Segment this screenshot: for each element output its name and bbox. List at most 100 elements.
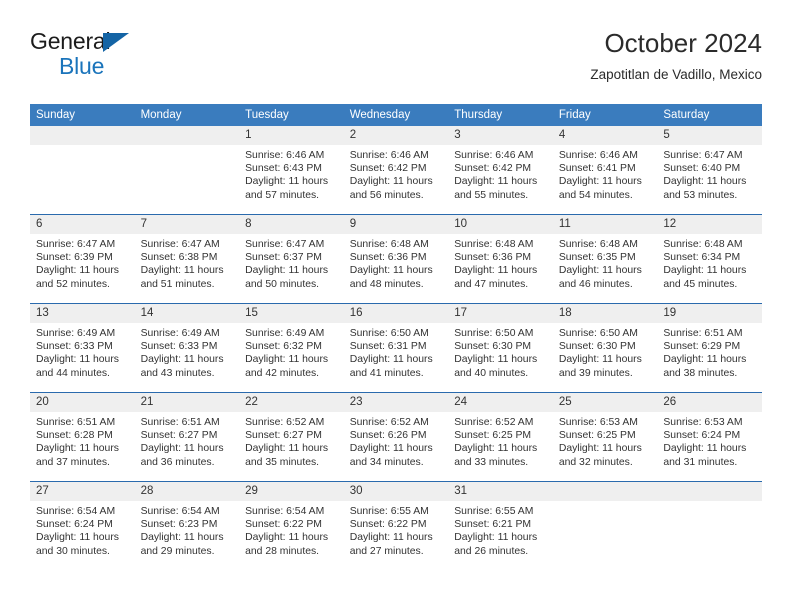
calendar-day-cell[interactable]: 19 Sunrise: 6:51 AM Sunset: 6:29 PM Dayligh… xyxy=(657,303,762,393)
daylight-duration-line2: and 26 minutes. xyxy=(454,545,529,557)
calendar-day-cell[interactable]: 21 Sunrise: 6:51 AM Sunset: 6:27 PM Dayligh… xyxy=(134,392,240,482)
calendar-week-row: 1 Sunrise: 6:46 AM Sunset: 6:43 PM Daylight… xyxy=(30,126,762,215)
sunrise-time: Sunrise: 6:51 AM xyxy=(36,417,116,428)
daylight-duration-line2: and 46 minutes. xyxy=(558,278,633,290)
daylight-duration-line2: and 38 minutes. xyxy=(663,367,738,379)
page-subtitle: Zapotitlan de Vadillo, Mexico xyxy=(590,67,762,82)
day-number: 29 xyxy=(239,482,344,501)
calendar-day-cell[interactable]: 20 Sunrise: 6:51 AM Sunset: 6:28 PM Dayligh… xyxy=(30,392,135,482)
day-box: 5 Sunrise: 6:47 AM Sunset: 6:40 PM Daylight… xyxy=(657,126,762,214)
calendar-day-cell[interactable]: 1 Sunrise: 6:46 AM Sunset: 6:43 PM Daylight… xyxy=(239,126,344,215)
sunrise-time: Sunrise: 6:50 AM xyxy=(454,328,534,339)
day-box: 4 Sunrise: 6:46 AM Sunset: 6:41 PM Daylight… xyxy=(552,126,658,214)
sunset-time: Sunset: 6:35 PM xyxy=(558,252,636,264)
calendar-day-cell[interactable]: 22 Sunrise: 6:52 AM Sunset: 6:27 PM Dayligh… xyxy=(239,392,344,482)
daylight-duration-line2: and 55 minutes. xyxy=(454,189,529,201)
daylight-duration-line2: and 31 minutes. xyxy=(663,456,738,468)
calendar-day-cell[interactable]: 11 Sunrise: 6:48 AM Sunset: 6:35 PM Dayligh… xyxy=(552,214,658,304)
day-number: 1 xyxy=(239,126,344,145)
logo-text-blue: Blue xyxy=(59,53,105,79)
sunrise-time: Sunrise: 6:49 AM xyxy=(245,328,325,339)
daylight-duration-line1: Daylight: 11 hours xyxy=(663,443,747,455)
calendar-day-cell[interactable]: 9 Sunrise: 6:48 AM Sunset: 6:36 PM Daylight… xyxy=(343,214,449,304)
calendar-day-cell[interactable]: 12 Sunrise: 6:48 AM Sunset: 6:34 PM Dayligh… xyxy=(657,214,762,304)
sunset-time: Sunset: 6:22 PM xyxy=(349,519,427,531)
sunset-time: Sunset: 6:24 PM xyxy=(36,519,113,531)
calendar-day-cell[interactable]: 15 Sunrise: 6:49 AM Sunset: 6:32 PM Dayligh… xyxy=(239,303,344,393)
calendar-day-cell[interactable]: 2 Sunrise: 6:46 AM Sunset: 6:42 PM Daylight… xyxy=(343,126,449,215)
calendar-day-cell[interactable]: 6 Sunrise: 6:47 AM Sunset: 6:39 PM Daylight… xyxy=(30,214,135,304)
daylight-duration-line1: Daylight: 11 hours xyxy=(245,354,329,366)
sunset-time: Sunset: 6:31 PM xyxy=(349,341,427,353)
calendar-day-cell[interactable]: 29 Sunrise: 6:54 AM Sunset: 6:22 PM Dayligh… xyxy=(239,481,344,570)
day-number: 2 xyxy=(343,126,449,145)
calendar-week-row: 13 Sunrise: 6:49 AM Sunset: 6:33 PM Dayligh… xyxy=(30,303,762,393)
sunrise-time: Sunrise: 6:48 AM xyxy=(349,239,429,250)
calendar-day-cell[interactable]: 3 Sunrise: 6:46 AM Sunset: 6:42 PM Daylight… xyxy=(448,126,553,215)
logo-text-general: General xyxy=(30,28,111,54)
day-details: Sunrise: 6:48 AM Sunset: 6:35 PM Daylight:… xyxy=(553,234,658,291)
sunset-time: Sunset: 6:30 PM xyxy=(558,341,636,353)
calendar-day-cell[interactable]: 31 Sunrise: 6:55 AM Sunset: 6:21 PM Dayligh… xyxy=(448,481,553,570)
calendar-day-cell[interactable]: 13 Sunrise: 6:49 AM Sunset: 6:33 PM Dayligh… xyxy=(30,303,135,393)
day-box: 22 Sunrise: 6:52 AM Sunset: 6:27 PM Dayligh… xyxy=(239,393,344,481)
day-box xyxy=(657,482,762,570)
daylight-duration-line1: Daylight: 11 hours xyxy=(454,532,538,544)
day-details: Sunrise: 6:47 AM Sunset: 6:38 PM Daylight:… xyxy=(135,234,240,291)
sunset-time: Sunset: 6:22 PM xyxy=(245,519,322,531)
daylight-duration-line1: Daylight: 11 hours xyxy=(36,443,119,455)
calendar-day-cell[interactable]: 28 Sunrise: 6:54 AM Sunset: 6:23 PM Dayligh… xyxy=(134,481,240,570)
daylight-duration-line1: Daylight: 11 hours xyxy=(349,265,433,277)
day-number: 15 xyxy=(239,304,344,323)
sunset-time: Sunset: 6:41 PM xyxy=(558,163,636,175)
daylight-duration-line2: and 42 minutes. xyxy=(245,367,320,379)
daylight-duration-line1: Daylight: 11 hours xyxy=(663,176,747,188)
day-number: 20 xyxy=(30,393,135,412)
general-blue-logo[interactable]: General Blue xyxy=(30,28,230,84)
calendar-day-cell[interactable]: 26 Sunrise: 6:53 AM Sunset: 6:24 PM Dayligh… xyxy=(657,392,762,482)
calendar-day-cell[interactable]: 5 Sunrise: 6:47 AM Sunset: 6:40 PM Daylight… xyxy=(657,126,762,215)
calendar-day-cell[interactable]: 18 Sunrise: 6:50 AM Sunset: 6:30 PM Dayligh… xyxy=(552,303,658,393)
day-box: 23 Sunrise: 6:52 AM Sunset: 6:26 PM Dayligh… xyxy=(343,393,449,481)
calendar-day-cell[interactable]: 17 Sunrise: 6:50 AM Sunset: 6:30 PM Dayligh… xyxy=(448,303,553,393)
day-box: 6 Sunrise: 6:47 AM Sunset: 6:39 PM Daylight… xyxy=(30,215,135,303)
day-details: Sunrise: 6:48 AM Sunset: 6:36 PM Daylight:… xyxy=(344,234,449,291)
day-number: 18 xyxy=(552,304,658,323)
day-box xyxy=(552,482,658,570)
calendar-day-cell[interactable]: 4 Sunrise: 6:46 AM Sunset: 6:41 PM Daylight… xyxy=(552,126,658,215)
day-box: 14 Sunrise: 6:49 AM Sunset: 6:33 PM Dayligh… xyxy=(134,304,240,392)
day-details: Sunrise: 6:53 AM Sunset: 6:25 PM Daylight:… xyxy=(553,412,658,469)
sunset-time: Sunset: 6:38 PM xyxy=(140,252,218,264)
day-number: 25 xyxy=(552,393,658,412)
sunrise-time: Sunrise: 6:48 AM xyxy=(454,239,534,250)
calendar-day-cell[interactable]: 14 Sunrise: 6:49 AM Sunset: 6:33 PM Dayligh… xyxy=(134,303,240,393)
calendar-day-cell[interactable]: 24 Sunrise: 6:52 AM Sunset: 6:25 PM Dayligh… xyxy=(448,392,553,482)
calendar-day-cell[interactable]: 10 Sunrise: 6:48 AM Sunset: 6:36 PM Dayligh… xyxy=(448,214,553,304)
calendar-day-cell[interactable]: 7 Sunrise: 6:47 AM Sunset: 6:38 PM Daylight… xyxy=(134,214,240,304)
calendar-day-cell[interactable]: 30 Sunrise: 6:55 AM Sunset: 6:22 PM Dayligh… xyxy=(343,481,449,570)
calendar-day-cell[interactable]: 27 Sunrise: 6:54 AM Sunset: 6:24 PM Dayligh… xyxy=(30,481,135,570)
day-number xyxy=(657,482,762,501)
calendar-day-cell[interactable]: 8 Sunrise: 6:47 AM Sunset: 6:37 PM Daylight… xyxy=(239,214,344,304)
daylight-duration-line2: and 45 minutes. xyxy=(663,278,738,290)
daylight-duration-line2: and 41 minutes. xyxy=(349,367,424,379)
calendar-day-cell[interactable]: 23 Sunrise: 6:52 AM Sunset: 6:26 PM Dayligh… xyxy=(343,392,449,482)
day-details: Sunrise: 6:47 AM Sunset: 6:40 PM Daylight:… xyxy=(657,145,762,202)
day-details: Sunrise: 6:46 AM Sunset: 6:43 PM Daylight:… xyxy=(239,145,344,202)
calendar-day-cell[interactable]: 25 Sunrise: 6:53 AM Sunset: 6:25 PM Dayligh… xyxy=(552,392,658,482)
day-details: Sunrise: 6:51 AM Sunset: 6:27 PM Daylight:… xyxy=(135,412,240,469)
daylight-duration-line1: Daylight: 11 hours xyxy=(140,354,224,366)
day-box: 31 Sunrise: 6:55 AM Sunset: 6:21 PM Dayligh… xyxy=(448,482,553,570)
sunrise-time: Sunrise: 6:47 AM xyxy=(140,239,220,250)
calendar-week-row: 6 Sunrise: 6:47 AM Sunset: 6:39 PM Daylight… xyxy=(30,214,762,304)
daylight-duration-line2: and 53 minutes. xyxy=(663,189,738,201)
title-block: October 2024 Zapotitlan de Vadillo, Mexi… xyxy=(590,28,762,83)
day-details: Sunrise: 6:46 AM Sunset: 6:42 PM Daylight:… xyxy=(448,145,553,202)
daylight-duration-line2: and 32 minutes. xyxy=(558,456,633,468)
day-details: Sunrise: 6:54 AM Sunset: 6:22 PM Daylight:… xyxy=(239,501,344,558)
sunset-time: Sunset: 6:34 PM xyxy=(663,252,741,264)
day-box: 3 Sunrise: 6:46 AM Sunset: 6:42 PM Daylight… xyxy=(448,126,553,214)
calendar-cell-empty xyxy=(30,126,135,215)
daylight-duration-line2: and 40 minutes. xyxy=(454,367,529,379)
calendar-day-cell[interactable]: 16 Sunrise: 6:50 AM Sunset: 6:31 PM Dayligh… xyxy=(343,303,449,393)
